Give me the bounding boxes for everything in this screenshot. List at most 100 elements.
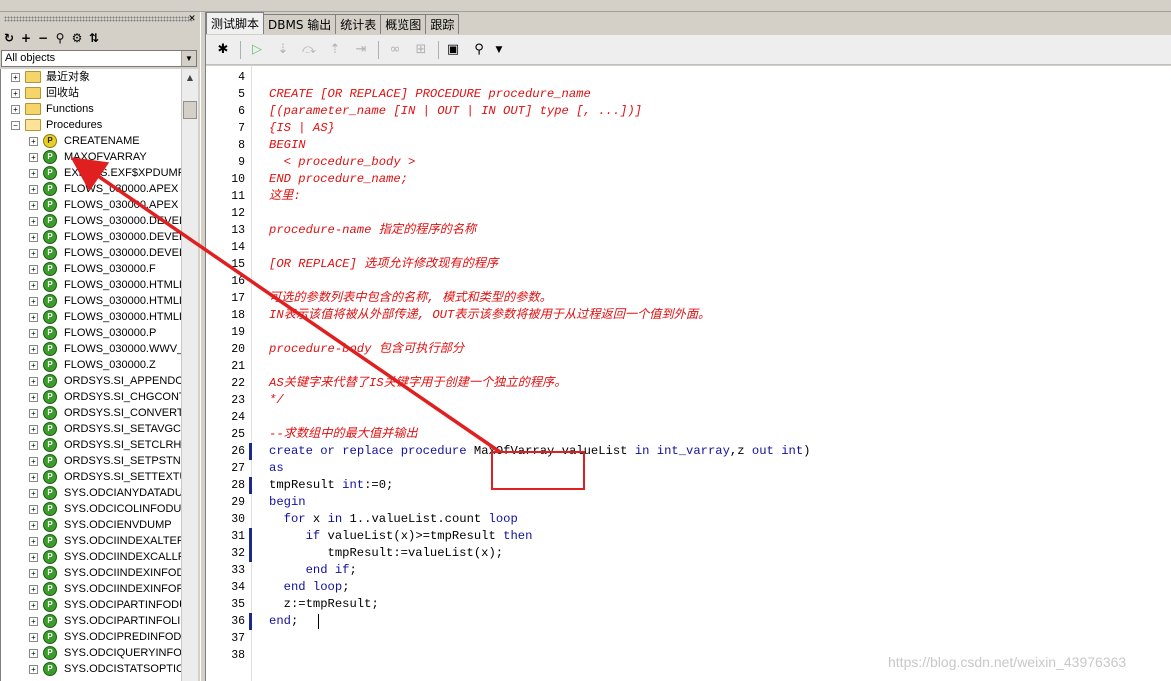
expand-icon[interactable]: + — [29, 649, 38, 658]
close-icon[interactable]: ✕ — [187, 14, 197, 24]
search-icon[interactable]: ⚲ — [470, 41, 488, 59]
expand-icon[interactable]: + — [11, 73, 20, 82]
expand-icon[interactable]: + — [29, 473, 38, 482]
tree-folder[interactable]: + Functions — [1, 101, 181, 117]
expand-icon[interactable]: + — [29, 393, 38, 402]
tree-item-procedure[interactable]: + P ORDSYS.SI_CONVERT — [1, 405, 181, 421]
tree-item-procedure[interactable]: + P FLOWS_030000.P — [1, 325, 181, 341]
step-into-icon[interactable]: ⇣ — [274, 41, 292, 59]
tree-item-procedure[interactable]: + P SYS.ODCIQUERYINFOI — [1, 645, 181, 661]
tree-item-procedure[interactable]: + P ORDSYS.SI_SETCLRH — [1, 437, 181, 453]
expand-icon[interactable]: + — [29, 457, 38, 466]
expand-icon[interactable]: + — [29, 489, 38, 498]
tree-item-procedure[interactable]: + P FLOWS_030000.DEVEL — [1, 213, 181, 229]
tree-item-procedure[interactable]: + P FLOWS_030000.HTMLI — [1, 277, 181, 293]
tree-item-procedure[interactable]: + P ORDSYS.SI_SETAVGC — [1, 421, 181, 437]
expand-icon[interactable]: + — [29, 249, 38, 258]
expand-icon[interactable]: + — [11, 105, 20, 114]
expand-icon[interactable]: + — [29, 633, 38, 642]
tree-item-procedure[interactable]: + P SYS.ODCIANYDATADU — [1, 485, 181, 501]
expand-icon[interactable]: + — [29, 569, 38, 578]
tree-item-procedure[interactable]: + P FLOWS_030000.WWV_ — [1, 341, 181, 357]
tree-item-procedure[interactable]: + P CREATENAME — [1, 133, 181, 149]
step-out-icon[interactable]: ⇡ — [326, 41, 344, 59]
tree-item-procedure[interactable]: + P SYS.ODCIENVDUMP — [1, 517, 181, 533]
expand-icon[interactable]: + — [29, 617, 38, 626]
chevron-down-icon[interactable]: ▼ — [490, 41, 508, 59]
expand-icon[interactable]: + — [29, 441, 38, 450]
expand-icon[interactable]: + — [29, 425, 38, 434]
tree-item-procedure[interactable]: + P SYS.ODCICOLINFODUI — [1, 501, 181, 517]
tab-0[interactable]: 测试脚本 — [206, 12, 265, 34]
tree-folder[interactable]: − Procedures — [1, 117, 181, 133]
expand-icon[interactable]: + — [29, 537, 38, 546]
tree-item-procedure[interactable]: + P FLOWS_030000.APEX — [1, 197, 181, 213]
expand-icon[interactable]: + — [29, 201, 38, 210]
tree-item-procedure[interactable]: + P SYS.ODCIINDEXINFOF — [1, 581, 181, 597]
expand-icon[interactable]: + — [29, 505, 38, 514]
watch-icon[interactable]: ∞ — [386, 41, 404, 59]
tab-3[interactable]: 概览图 — [380, 14, 427, 34]
filter-icon[interactable]: ⚙ — [70, 31, 84, 45]
expand-icon[interactable]: + — [29, 521, 38, 530]
find-icon[interactable]: ⚲ — [53, 31, 67, 45]
refresh-icon[interactable]: ↻ — [2, 31, 16, 45]
code-editor[interactable]: 4 5 6 7 8 9 10 11 12 13 14 15 16 17 18 19 20 21 22 23 24 25 26… — [206, 66, 1171, 681]
expand-icon[interactable]: + — [29, 217, 38, 226]
collapse-icon[interactable]: − — [11, 121, 20, 130]
debug-icon[interactable]: ✱ — [214, 41, 232, 59]
tree-item-procedure[interactable]: + P SYS.ODCISTATSOPTIC — [1, 661, 181, 677]
screen-icon[interactable]: ▣ — [444, 41, 462, 59]
tab-1[interactable]: DBMS 输出 — [263, 14, 337, 34]
expand-icon[interactable]: + — [29, 345, 38, 354]
tree-item-procedure[interactable]: + P SYS.ODCIINDEXCALLP — [1, 549, 181, 565]
tree-item-procedure[interactable]: + P SYS.ODCIPREDINFODU — [1, 629, 181, 645]
tree-item-procedure[interactable]: + P EXFSYS.EXF$XPDUMP — [1, 165, 181, 181]
expand-icon[interactable]: + — [29, 169, 38, 178]
tree-item-procedure[interactable]: + P FLOWS_030000.DEVEL — [1, 245, 181, 261]
expand-icon[interactable]: + — [29, 313, 38, 322]
chevron-down-icon[interactable]: ▼ — [181, 51, 196, 66]
tree-item-procedure[interactable]: + P FLOWS_030000.HTMLI — [1, 293, 181, 309]
tree-item-procedure[interactable]: + P ORDSYS.SI_CHGCONT — [1, 389, 181, 405]
object-filter-select[interactable]: All objects ▼ — [1, 50, 197, 67]
tree-item-procedure[interactable]: + P SYS.ODCIINDEXINFOD — [1, 565, 181, 581]
expand-icon[interactable]: + — [29, 585, 38, 594]
step-over-icon[interactable]: ⤼ — [300, 41, 318, 59]
tree-item-procedure[interactable]: + P FLOWS_030000.HTMLI — [1, 309, 181, 325]
expand-icon[interactable]: + — [29, 233, 38, 242]
expand-icon[interactable]: + — [29, 281, 38, 290]
run-to-exception-icon[interactable]: ⇥ — [352, 41, 370, 59]
expand-icon[interactable]: + — [11, 89, 20, 98]
expand-icon[interactable]: + — [29, 185, 38, 194]
expand-icon[interactable]: + — [29, 377, 38, 386]
tree-item-procedure[interactable]: + P ORDSYS.SI_APPENDC — [1, 373, 181, 389]
tree-item-procedure[interactable]: + P SYS.ODCIPARTINFODU — [1, 597, 181, 613]
variables-icon[interactable]: ⊞ — [412, 41, 430, 59]
tab-2[interactable]: 统计表 — [335, 14, 382, 34]
expand-icon[interactable]: + — [29, 297, 38, 306]
add-icon[interactable]: + — [19, 31, 33, 45]
tab-4[interactable]: 跟踪 — [425, 14, 460, 34]
tree-item-procedure[interactable]: + P SYS.ODCIINDEXALTEF — [1, 533, 181, 549]
tree-item-procedure[interactable]: + P FLOWS_030000.DEVEL — [1, 229, 181, 245]
expand-icon[interactable]: + — [29, 665, 38, 674]
expand-icon[interactable]: + — [29, 361, 38, 370]
run-icon[interactable]: ▷ — [248, 41, 266, 59]
expand-icon[interactable]: + — [29, 137, 38, 146]
tree-item-procedure[interactable]: + P FLOWS_030000.Z — [1, 357, 181, 373]
tree-folder[interactable]: + 回收站 — [1, 85, 181, 101]
expand-icon[interactable]: + — [29, 265, 38, 274]
tree-folder[interactable]: + 最近对象 — [1, 69, 181, 85]
expand-icon[interactable]: + — [29, 409, 38, 418]
sort-icon[interactable]: ⇅ — [87, 31, 101, 45]
tree-item-procedure[interactable]: + P ORDSYS.SI_SETPSTN — [1, 453, 181, 469]
tree-item-procedure[interactable]: + P FLOWS_030000.F — [1, 261, 181, 277]
tree-scrollbar[interactable]: ▲ — [181, 69, 198, 681]
scrollbar-thumb[interactable] — [183, 101, 197, 119]
expand-icon[interactable]: + — [29, 153, 38, 162]
tree-item-procedure[interactable]: + P SYS.ODCIPARTINFOLIS — [1, 613, 181, 629]
expand-icon[interactable]: + — [29, 329, 38, 338]
scroll-up-icon[interactable]: ▲ — [183, 71, 197, 85]
tree-item-procedure[interactable]: + P ORDSYS.SI_SETTEXTU — [1, 469, 181, 485]
